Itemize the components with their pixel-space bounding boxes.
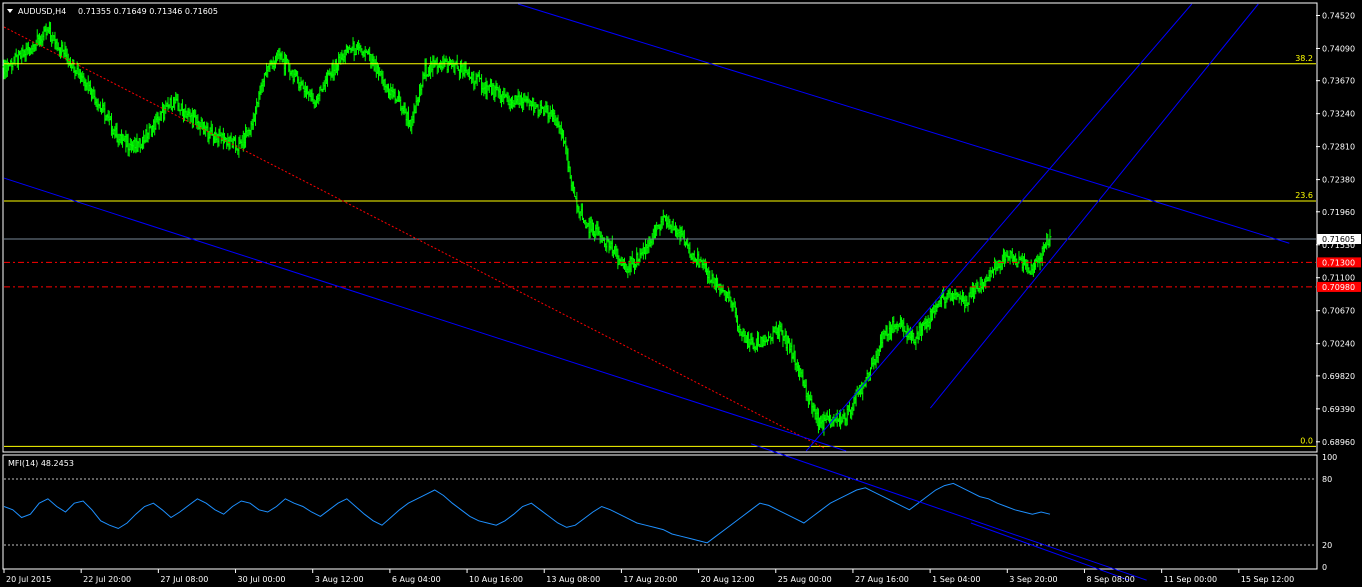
price-tick-label: 0.70240 — [1322, 340, 1355, 349]
price-tick-label: 0.70670 — [1322, 307, 1355, 316]
price-tick-label: 0.71960 — [1322, 208, 1355, 217]
mfi-pane — [2, 454, 1318, 570]
time-axis: 20 Jul 2015 22 Jul 20:00 27 Jul 08:00 30 Ju… — [3, 569, 1294, 584]
time-tick-label: 8 Sep 08:00 — [1086, 575, 1134, 584]
price-tick-label: 0.73240 — [1322, 110, 1355, 119]
time-tick-label: 27 Aug 16:00 — [855, 575, 909, 584]
ohlc-label: 0.71355 0.71649 0.71346 0.71605 — [78, 7, 218, 16]
fib-level-label: 0.0 — [1300, 436, 1313, 445]
price-tag-label: 0.70980 — [1322, 283, 1355, 292]
time-tick-label: 25 Aug 00:00 — [778, 575, 832, 584]
time-tick-label: 27 Jul 08:00 — [160, 575, 208, 584]
price-tick-label: 0.74520 — [1322, 12, 1355, 21]
time-tick-label: 22 Jul 20:00 — [83, 575, 131, 584]
price-tag-label: 0.71300 — [1322, 258, 1355, 267]
price-tick-label: 0.69390 — [1322, 405, 1355, 414]
time-tick-label: 10 Aug 16:00 — [469, 575, 523, 584]
price-tick-label: 0.72810 — [1322, 143, 1355, 152]
mfi-label: MFI(14) 48.2453 — [8, 459, 74, 468]
time-tick-label: 30 Jul 00:00 — [238, 575, 286, 584]
time-tick-label: 3 Aug 12:00 — [315, 575, 364, 584]
price-chart[interactable]: 38.2 23.6 0.0 100 80 20 0 0.74520 0.74090 0.736… — [0, 0, 1362, 587]
fib-level-label: 38.2 — [1295, 54, 1313, 63]
time-tick-label: 1 Sep 04:00 — [932, 575, 980, 584]
time-tick-label: 20 Aug 12:00 — [701, 575, 755, 584]
time-tick-label: 17 Aug 20:00 — [623, 575, 677, 584]
time-tick-label: 11 Sep 00:00 — [1164, 575, 1217, 584]
time-tick-label: 15 Sep 12:00 — [1241, 575, 1294, 584]
price-tick-label: 0.69820 — [1322, 372, 1355, 381]
mfi-tick-label: 0 — [1322, 563, 1327, 572]
mfi-tick-label: 80 — [1322, 475, 1332, 484]
price-tag-label: 0.71605 — [1322, 235, 1355, 244]
price-tick-label: 0.73670 — [1322, 77, 1355, 86]
time-tick-label: 3 Sep 20:00 — [1009, 575, 1057, 584]
price-tick-label: 0.72380 — [1322, 176, 1355, 185]
mfi-tick-label: 20 — [1322, 541, 1332, 550]
price-tick-label: 0.68960 — [1322, 438, 1355, 447]
time-tick-label: 13 Aug 08:00 — [546, 575, 600, 584]
time-tick-label: 20 Jul 2015 — [6, 575, 51, 584]
price-tick-label: 0.74090 — [1322, 44, 1355, 53]
price-axis: 0.74520 0.74090 0.73670 0.73240 0.72810 0.723… — [1316, 12, 1361, 447]
fib-level-label: 23.6 — [1295, 191, 1313, 200]
time-tick-label: 6 Aug 04:00 — [392, 575, 441, 584]
price-tick-label: 0.71100 — [1322, 274, 1355, 283]
symbol-label: AUDUSD,H4 — [18, 7, 66, 16]
mfi-tick-label: 100 — [1322, 453, 1337, 462]
